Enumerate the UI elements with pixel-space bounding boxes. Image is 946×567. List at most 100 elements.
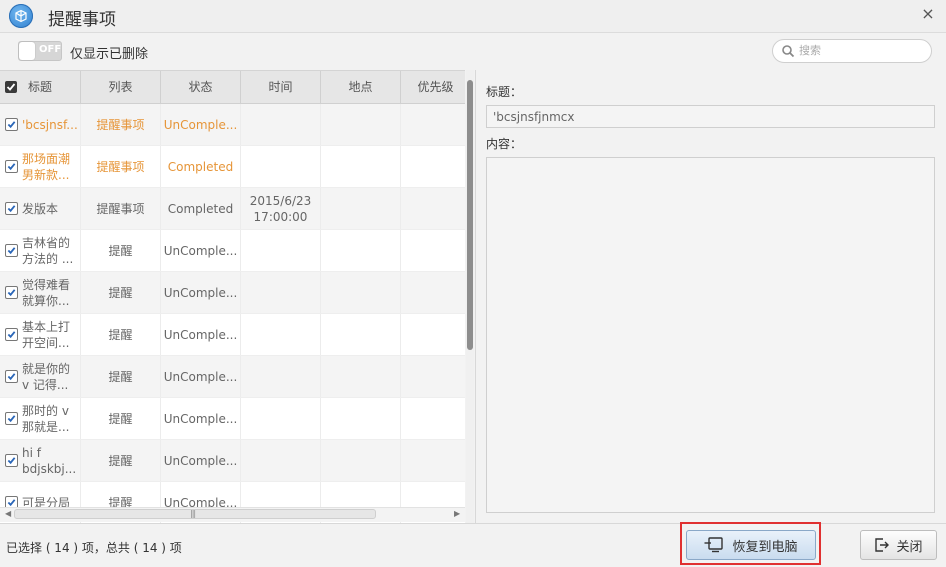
- cell-time: [241, 314, 321, 355]
- vertical-scroll-thumb[interactable]: [467, 80, 473, 350]
- column-header-status[interactable]: 状态: [161, 71, 241, 103]
- cell-status: Completed: [161, 188, 241, 229]
- cell-status-text: UnComple...: [163, 117, 238, 132]
- cell-status-text: Completed: [167, 159, 234, 174]
- cell-list: 提醒: [81, 356, 161, 397]
- close-button-label: 关闭: [896, 539, 923, 555]
- cell-time: [241, 356, 321, 397]
- cell-list-text: 提醒: [108, 285, 133, 300]
- table-row[interactable]: 那时的 v 那就是... 提醒 UnComple...: [0, 398, 465, 440]
- column-header-list[interactable]: 列表: [81, 71, 161, 103]
- cell-status: UnComple...: [161, 104, 241, 145]
- cell-list-text: 提醒事项: [96, 117, 145, 132]
- detail-content-area[interactable]: [486, 157, 935, 513]
- cell-title: 'bcsjnsf...: [0, 104, 81, 145]
- table-row[interactable]: 吉林省的 方法的 ... 提醒 UnComple...: [0, 230, 465, 272]
- cell-place: [321, 440, 401, 481]
- close-button[interactable]: 关闭: [860, 530, 937, 560]
- row-checkbox[interactable]: [5, 370, 18, 383]
- column-header-place[interactable]: 地点: [321, 71, 401, 103]
- cell-title-text: 那场面潮 男新款...: [22, 151, 71, 182]
- cell-time: [241, 146, 321, 187]
- cell-status-text: UnComple...: [163, 453, 238, 468]
- cell-title: 那时的 v 那就是...: [0, 398, 81, 439]
- cell-title-text: 吉林省的 方法的 ...: [22, 235, 74, 266]
- cell-title-text: 就是你的 v 记得...: [22, 361, 71, 392]
- table-row[interactable]: 'bcsjnsf... 提醒事项 UnComple...: [0, 104, 465, 146]
- cell-status: UnComple...: [161, 272, 241, 313]
- table-row[interactable]: 觉得难看 就算你... 提醒 UnComple...: [0, 272, 465, 314]
- detail-title-field[interactable]: 'bcsjnsfjnmcx: [486, 105, 935, 128]
- column-header-priority[interactable]: 优先级: [401, 71, 465, 103]
- table-row[interactable]: 基本上打 开空间... 提醒 UnComple...: [0, 314, 465, 356]
- cell-place: [321, 188, 401, 229]
- search-icon: [782, 45, 795, 58]
- search-input[interactable]: [799, 42, 924, 59]
- cell-priority: [401, 398, 465, 439]
- cell-title: 觉得难看 就算你...: [0, 272, 81, 313]
- table-row[interactable]: 就是你的 v 记得... 提醒 UnComple...: [0, 356, 465, 398]
- row-checkbox[interactable]: [5, 412, 18, 425]
- cell-title-text: 觉得难看 就算你...: [22, 277, 71, 308]
- row-checkbox[interactable]: [5, 244, 18, 257]
- cell-title: 基本上打 开空间...: [0, 314, 81, 355]
- cell-priority: [401, 104, 465, 145]
- cell-list-text: 提醒: [108, 327, 133, 342]
- show-deleted-toggle[interactable]: OFF: [18, 41, 62, 61]
- window-title: 提醒事项: [48, 10, 116, 30]
- cell-list: 提醒: [81, 440, 161, 481]
- column-header-time[interactable]: 时间: [241, 71, 321, 103]
- row-checkbox[interactable]: [5, 160, 18, 173]
- cell-status-text: Completed: [167, 201, 234, 216]
- cell-title: 就是你的 v 记得...: [0, 356, 81, 397]
- cell-title-text: 发版本: [22, 201, 59, 216]
- selection-status: 已选择 ( 14 ) 项，总共 ( 14 ) 项: [6, 541, 182, 555]
- cell-status: Completed: [161, 146, 241, 187]
- cell-list: 提醒: [81, 398, 161, 439]
- cell-status: UnComple...: [161, 398, 241, 439]
- cell-place: [321, 104, 401, 145]
- cell-time: 2015/6/23 17:00:00: [241, 188, 321, 229]
- cell-title-text: hi f bdjskbj...: [22, 445, 77, 476]
- close-icon[interactable]: ×: [918, 4, 938, 24]
- cell-status: UnComple...: [161, 356, 241, 397]
- table-row[interactable]: 发版本 提醒事项 Completed 2015/6/23 17:00:00: [0, 188, 465, 230]
- cell-list-text: 提醒: [108, 453, 133, 468]
- cell-status-text: UnComple...: [163, 243, 238, 258]
- cell-list: 提醒: [81, 230, 161, 271]
- cell-title-text: 'bcsjnsf...: [22, 117, 78, 132]
- detail-content-label: 内容：: [486, 137, 523, 151]
- scroll-right-icon[interactable]: ▶: [454, 509, 460, 518]
- cell-list: 提醒事项: [81, 188, 161, 229]
- scroll-left-icon[interactable]: ◀: [5, 509, 11, 518]
- cell-list-text: 提醒: [108, 243, 133, 258]
- cell-time: [241, 104, 321, 145]
- cell-title: 发版本: [0, 188, 81, 229]
- cell-priority: [401, 230, 465, 271]
- row-checkbox[interactable]: [5, 328, 18, 341]
- cell-priority: [401, 272, 465, 313]
- cell-status-text: UnComple...: [163, 411, 238, 426]
- table-row[interactable]: hi f bdjskbj... 提醒 UnComple...: [0, 440, 465, 482]
- column-header-title[interactable]: 标题: [0, 71, 81, 103]
- cell-priority: [401, 314, 465, 355]
- cell-list-text: 提醒事项: [96, 159, 145, 174]
- cell-title: hi f bdjskbj...: [0, 440, 81, 481]
- row-checkbox[interactable]: [5, 202, 18, 215]
- row-checkbox[interactable]: [5, 454, 18, 467]
- row-checkbox[interactable]: [5, 286, 18, 299]
- cell-title: 那场面潮 男新款...: [0, 146, 81, 187]
- cell-place: [321, 314, 401, 355]
- cell-time: [241, 440, 321, 481]
- restore-button-highlight: [680, 522, 821, 565]
- row-checkbox[interactable]: [5, 118, 18, 131]
- reminder-table: 标题 列表 状态 时间 地点 优先级 'bcsjnsf... 提醒事项 UnComp…: [0, 70, 465, 524]
- cell-list-text: 提醒: [108, 411, 133, 426]
- title-bar: [0, 0, 946, 33]
- only-deleted-label: 仅显示已删除: [70, 47, 149, 62]
- cell-time: [241, 272, 321, 313]
- table-row[interactable]: 那场面潮 男新款... 提醒事项 Completed: [0, 146, 465, 188]
- app-logo-icon: [9, 4, 33, 28]
- select-all-checkbox[interactable]: [5, 81, 17, 93]
- search-box[interactable]: [772, 39, 932, 63]
